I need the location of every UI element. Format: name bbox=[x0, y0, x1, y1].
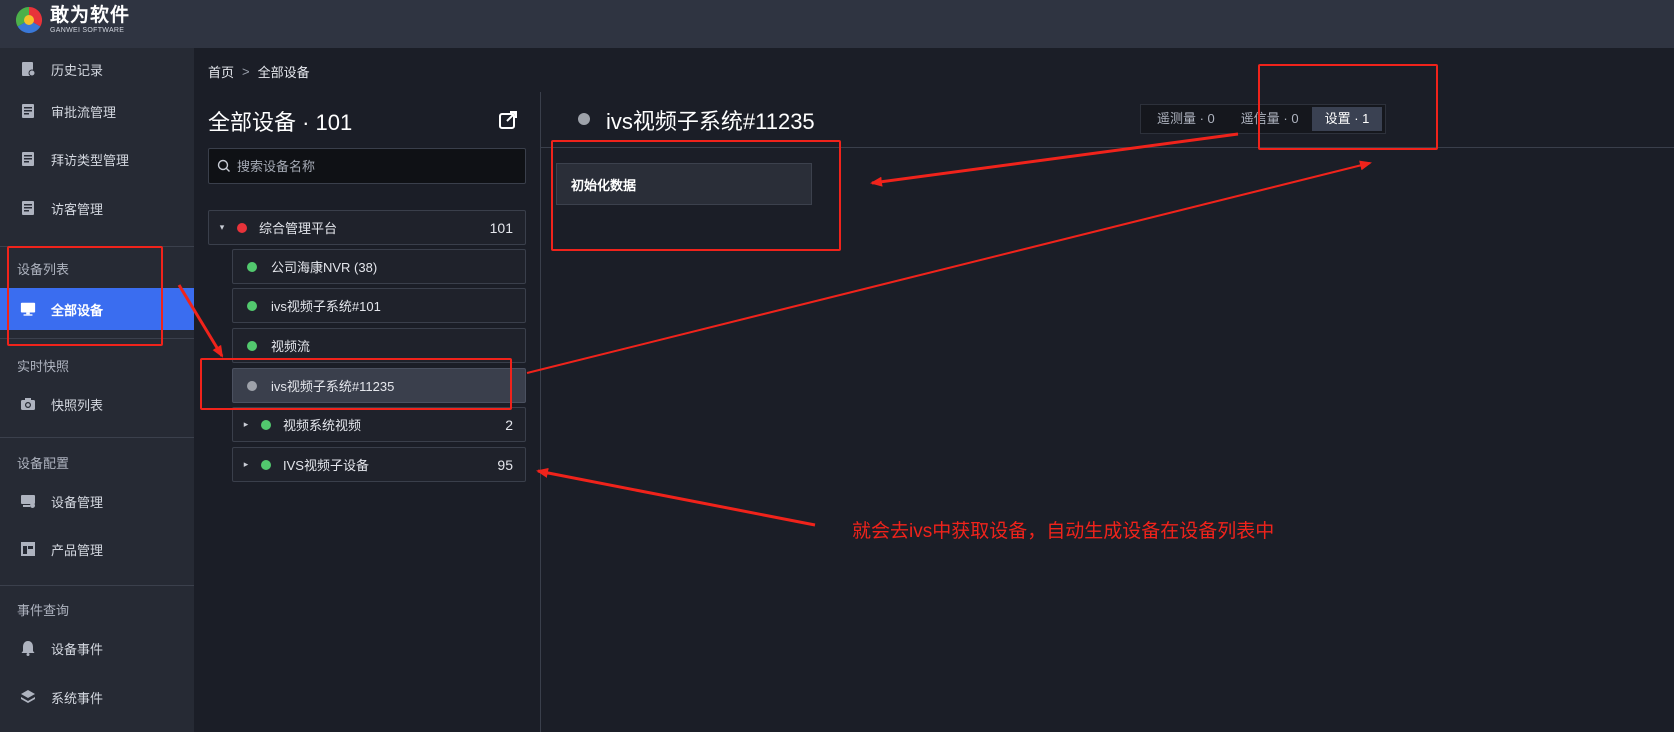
tree-row-count: 2 bbox=[505, 416, 513, 433]
tree-row[interactable]: ivs视频子系统#101 bbox=[232, 288, 526, 323]
sidebar-item-label: 设备事件 bbox=[51, 641, 104, 657]
sidebar-item-label: 设备管理 bbox=[51, 494, 104, 510]
tree-row-label: IVS视频子设备 bbox=[283, 458, 369, 473]
status-dot bbox=[578, 113, 590, 125]
tree-row-label: 视频流 bbox=[271, 339, 311, 354]
layers-icon bbox=[20, 689, 36, 705]
tree-row-count: 101 bbox=[489, 219, 513, 236]
tree-row-count: 95 bbox=[497, 456, 513, 473]
search-icon bbox=[217, 159, 230, 172]
tab-telemetry[interactable]: 遥测量 · 0 bbox=[1144, 107, 1228, 131]
sidebar: 历史记录 审批流管理 拜访类型管理 访客管理 设备列表 全部设备 实时快照 快照… bbox=[0, 48, 194, 732]
tree-row[interactable]: ▸ IVS视频子设备 95 bbox=[232, 447, 526, 482]
sidebar-item-label: 审批流管理 bbox=[51, 104, 117, 120]
breadcrumb: 首页 > 全部设备 bbox=[208, 62, 310, 81]
table-icon bbox=[20, 541, 36, 557]
tree-row[interactable]: ▸ 视频系统视频 2 bbox=[232, 407, 526, 442]
status-dot bbox=[247, 261, 257, 272]
logo-mark-icon bbox=[15, 6, 43, 34]
sidebar-divider bbox=[0, 437, 194, 438]
caret-down-icon[interactable]: ▾ bbox=[217, 222, 227, 233]
search-input[interactable] bbox=[237, 158, 517, 174]
device-manage-icon bbox=[20, 493, 36, 509]
sidebar-item-visit-type[interactable]: 拜访类型管理 bbox=[0, 138, 194, 180]
annotation-box-init-button bbox=[551, 140, 841, 251]
sidebar-group-event-query: 事件查询 bbox=[17, 603, 70, 618]
sidebar-item-device-events[interactable]: 设备事件 bbox=[0, 627, 194, 669]
brand-name: 敢为软件 bbox=[50, 5, 131, 26]
document-icon bbox=[20, 103, 36, 119]
sidebar-group-realtime: 实时快照 bbox=[17, 359, 70, 374]
camera-icon bbox=[20, 396, 36, 412]
history-icon bbox=[20, 61, 36, 77]
arrow-note-to-tree bbox=[536, 468, 816, 527]
tree-row[interactable]: 公司海康NVR (38) bbox=[232, 249, 526, 284]
tree-row-label: 视频系统视频 bbox=[283, 418, 362, 433]
search-field[interactable] bbox=[208, 148, 526, 184]
arrow-tabs-to-init bbox=[870, 132, 1239, 187]
sidebar-item-label: 访客管理 bbox=[51, 201, 104, 217]
panel-title: 全部设备 · 101 bbox=[208, 110, 353, 135]
tree-row-label: ivs视频子系统#101 bbox=[271, 299, 381, 314]
detail-title: ivs视频子系统#11235 bbox=[606, 109, 815, 134]
breadcrumb-separator: > bbox=[242, 64, 250, 79]
breadcrumb-current: 全部设备 bbox=[257, 65, 310, 80]
sidebar-item-history[interactable]: 历史记录 bbox=[0, 52, 194, 86]
breadcrumb-home[interactable]: 首页 bbox=[208, 62, 234, 81]
sidebar-item-label: 产品管理 bbox=[51, 542, 104, 558]
brand-logo[interactable]: 敢为软件 GANWEI SOFTWARE bbox=[14, 5, 130, 35]
tree-row[interactable]: ▾ 综合管理平台 101 bbox=[208, 210, 526, 245]
sidebar-item-product-manage[interactable]: 产品管理 bbox=[0, 528, 194, 570]
sidebar-item-snapshot-list[interactable]: 快照列表 bbox=[0, 383, 194, 425]
status-dot bbox=[247, 340, 257, 351]
panel-divider bbox=[540, 92, 541, 732]
annotation-note: 就会去ivs中获取设备，自动生成设备在设备列表中 bbox=[852, 521, 1275, 542]
export-icon[interactable] bbox=[498, 110, 518, 130]
sidebar-divider bbox=[0, 585, 194, 586]
brand-name-en: GANWEI SOFTWARE bbox=[50, 27, 125, 34]
caret-right-icon[interactable]: ▸ bbox=[241, 419, 251, 430]
status-dot bbox=[237, 222, 247, 233]
document-icon bbox=[20, 151, 36, 167]
status-dot bbox=[261, 459, 271, 470]
caret-right-icon[interactable]: ▸ bbox=[241, 459, 251, 470]
annotation-box-sidebar bbox=[7, 246, 163, 346]
sidebar-item-visitor[interactable]: 访客管理 bbox=[0, 187, 194, 229]
top-bar: 敢为软件 GANWEI SOFTWARE bbox=[0, 0, 1674, 48]
sidebar-item-label: 拜访类型管理 bbox=[51, 152, 130, 168]
status-dot bbox=[247, 300, 257, 311]
tree-row-label: 综合管理平台 bbox=[259, 221, 338, 236]
annotation-box-tabs bbox=[1258, 64, 1438, 150]
sidebar-item-label: 快照列表 bbox=[51, 397, 104, 413]
sidebar-item-label: 系统事件 bbox=[51, 690, 104, 706]
bell-icon bbox=[20, 640, 36, 656]
document-icon bbox=[20, 200, 36, 216]
sidebar-item-approval[interactable]: 审批流管理 bbox=[0, 90, 194, 132]
sidebar-item-system-events[interactable]: 系统事件 bbox=[0, 676, 194, 718]
sidebar-group-device-config: 设备配置 bbox=[17, 456, 70, 471]
status-dot bbox=[261, 419, 271, 430]
sidebar-item-label: 历史记录 bbox=[51, 62, 104, 78]
annotation-box-tree-row bbox=[200, 358, 512, 410]
tree-row-label: 公司海康NVR (38) bbox=[271, 260, 378, 275]
sidebar-item-device-manage[interactable]: 设备管理 bbox=[0, 480, 194, 522]
